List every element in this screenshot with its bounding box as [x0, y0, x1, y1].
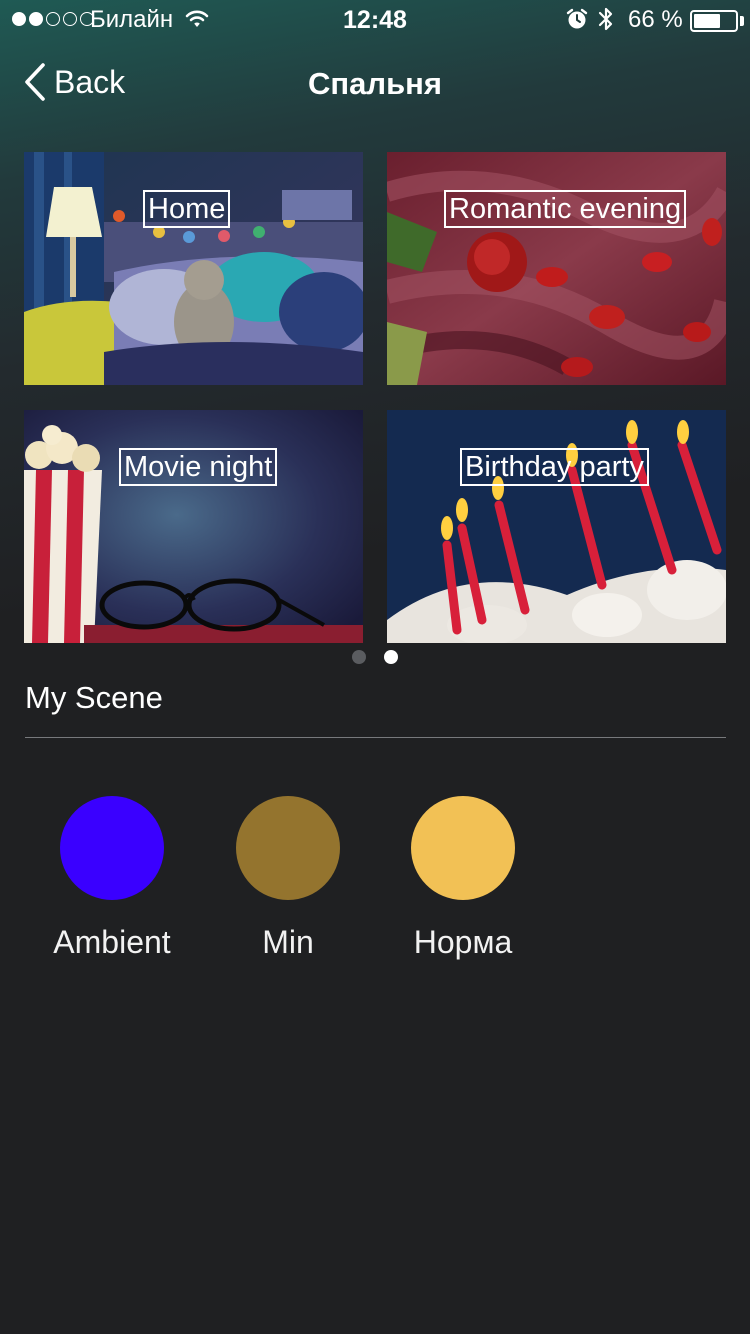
scene-item-norma[interactable]: Норма	[383, 796, 543, 961]
scene-color-swatch[interactable]	[60, 796, 164, 900]
page-indicator	[0, 650, 750, 664]
scene-color-swatch[interactable]	[411, 796, 515, 900]
navigation-bar: Back Спальня	[0, 40, 750, 128]
divider	[25, 737, 726, 738]
tile-label: Birthday party	[460, 448, 649, 486]
kids-bedroom-photo	[24, 152, 363, 385]
scene-tile-home[interactable]: Home	[24, 152, 363, 385]
scene-label: Ambient	[53, 924, 171, 960]
scene-tile-movie-night[interactable]: Movie night	[24, 410, 363, 643]
battery-nub	[740, 16, 744, 26]
tile-label: Home	[143, 190, 231, 228]
bluetooth-icon	[598, 7, 613, 31]
tile-label: Movie night	[119, 448, 278, 486]
scene-item-min[interactable]: Min	[208, 796, 368, 961]
birthday-candles-photo	[387, 410, 726, 643]
page-dot[interactable]	[352, 650, 366, 664]
scene-label: Min	[262, 924, 314, 960]
rose-petals-silk-photo	[387, 152, 726, 385]
scene-item-ambient[interactable]: Ambient	[32, 796, 192, 961]
popcorn-glasses-photo	[24, 410, 363, 643]
alarm-clock-icon	[566, 8, 588, 29]
page-title: Спальня	[308, 66, 442, 101]
scene-tile-romantic-evening[interactable]: Romantic evening	[387, 152, 726, 385]
battery-level-fill	[694, 14, 721, 28]
battery-percentage: 66 %	[628, 6, 683, 33]
scene-color-swatch[interactable]	[236, 796, 340, 900]
battery-icon	[690, 10, 738, 32]
section-title: My Scene	[25, 680, 163, 715]
status-bar: Билайн 12:48 66 %	[0, 0, 750, 40]
page-dot[interactable]	[384, 650, 398, 664]
scene-label: Норма	[413, 924, 513, 960]
tile-label: Romantic evening	[444, 190, 687, 228]
scene-tile-birthday-party[interactable]: Birthday party	[387, 410, 726, 643]
